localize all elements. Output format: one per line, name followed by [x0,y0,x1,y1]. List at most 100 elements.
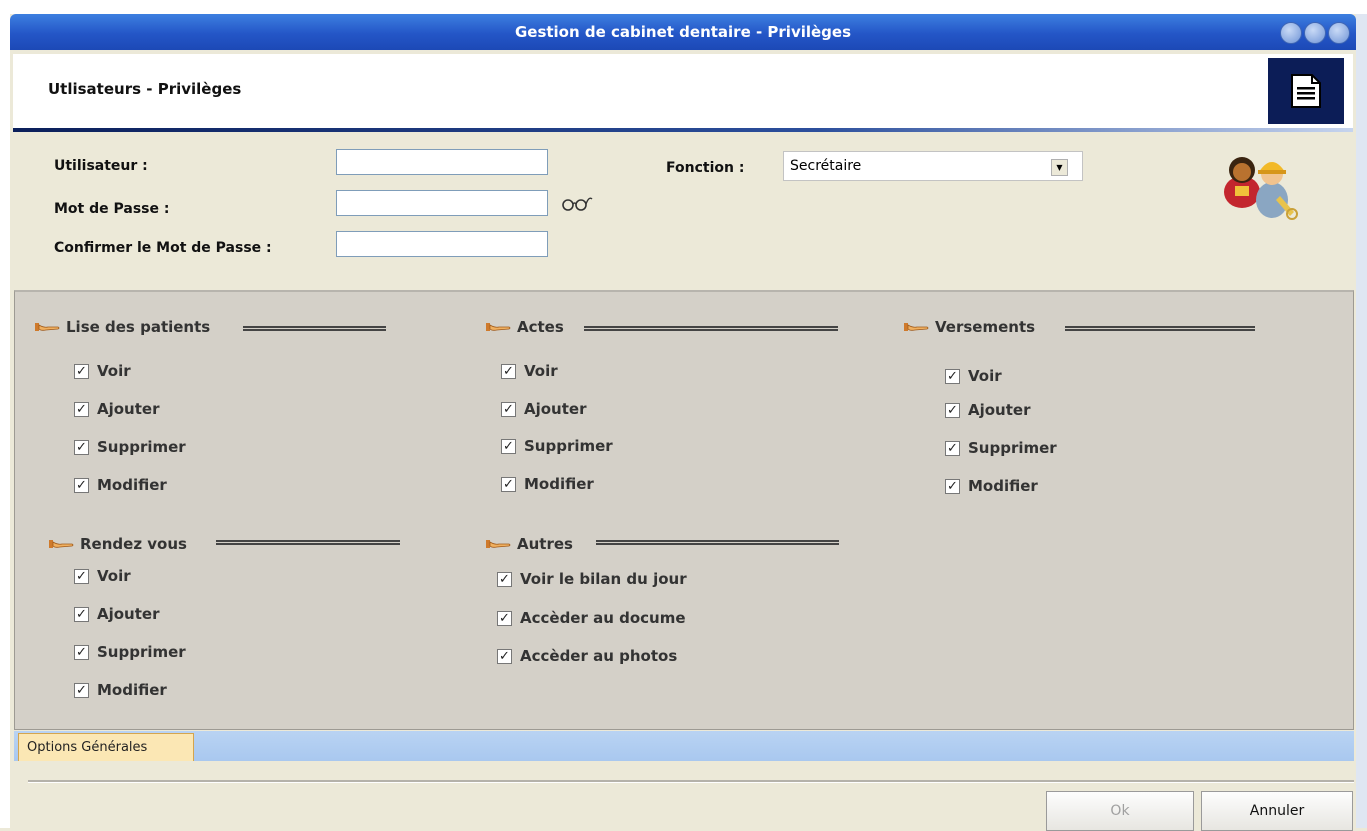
checkbox-rdv-modifier[interactable]: ✓ Modifier [74,681,167,699]
user-input[interactable] [336,149,548,175]
tab-options-generales[interactable]: Options Générales [18,733,194,761]
check-icon[interactable]: ✓ [497,571,512,587]
function-select-value: Secrétaire [790,158,862,174]
checkbox-label: Ajouter [524,400,587,418]
checkbox-versements-supprimer[interactable]: ✓ Supprimer [945,439,1057,457]
checkbox-versements-modifier[interactable]: ✓ Modifier [945,477,1038,495]
group-title-versements: Versements [903,318,1035,336]
group-title-autres-label: Autres [517,535,573,553]
check-icon[interactable]: ✓ [74,682,89,698]
cancel-button[interactable]: Annuler [1201,791,1353,831]
chevron-down-icon[interactable]: ▼ [1051,159,1068,176]
minimize-icon[interactable] [1280,22,1302,44]
page-title: Utlisateurs - Privilèges [48,80,242,98]
checkbox-autres-photos[interactable]: ✓ Accèder au photos [497,647,677,665]
group-title-rdv: Rendez vous [48,535,187,553]
checkbox-versements-ajouter[interactable]: ✓ Ajouter [945,401,1030,419]
check-icon[interactable]: ✓ [501,476,516,492]
maximize-icon[interactable] [1304,22,1326,44]
checkbox-label: Voir [97,362,131,380]
confirm-password-label: Confirmer le Mot de Passe : [54,240,272,256]
pointing-hand-icon [903,318,929,336]
checkbox-rdv-ajouter[interactable]: ✓ Ajouter [74,605,159,623]
group-title-patients-label: Lise des patients [66,318,211,336]
checkbox-label: Modifier [524,475,594,493]
checkbox-versements-voir[interactable]: ✓ Voir [945,367,1002,385]
header-divider [13,128,1353,132]
check-icon[interactable]: ✓ [501,438,516,454]
checkbox-label: Voir [968,367,1002,385]
checkbox-label: Supprimer [97,438,186,456]
check-icon[interactable]: ✓ [945,402,960,418]
document-icon [1291,74,1321,108]
password-label: Mot de Passe : [54,201,170,217]
checkbox-patients-ajouter[interactable]: ✓ Ajouter [74,400,159,418]
glasses-icon[interactable] [559,193,595,217]
function-select[interactable]: Secrétaire ▼ [783,151,1083,181]
checkbox-patients-modifier[interactable]: ✓ Modifier [74,476,167,494]
checkbox-label: Modifier [97,476,167,494]
checkbox-actes-ajouter[interactable]: ✓ Ajouter [501,400,586,418]
checkbox-rdv-voir[interactable]: ✓ Voir [74,567,131,585]
checkbox-autres-bilan[interactable]: ✓ Voir le bilan du jour [497,570,687,588]
group-title-patients: Lise des patients [34,318,210,336]
checkbox-label: Accèder au docume [520,609,686,627]
checkbox-patients-supprimer[interactable]: ✓ Supprimer [74,438,186,456]
check-icon[interactable]: ✓ [497,648,512,664]
checkbox-label: Accèder au photos [520,647,678,665]
document-button[interactable] [1268,58,1344,124]
checkbox-actes-supprimer[interactable]: ✓ Supprimer [501,437,613,455]
group-title-actes: Actes [485,318,564,336]
checkbox-patients-voir[interactable]: ✓ Voir [74,362,131,380]
check-icon[interactable]: ✓ [501,401,516,417]
check-icon[interactable]: ✓ [74,363,89,379]
screen-top-margin [0,0,1367,14]
pointing-hand-icon [34,318,60,336]
screen-left-margin [0,0,10,828]
group-rule [584,326,838,331]
tab-strip [14,731,1354,761]
checkbox-label: Modifier [968,477,1038,495]
pointing-hand-icon [48,535,74,553]
checkbox-label: Ajouter [97,400,160,418]
group-rule [243,326,386,331]
users-icon [1222,150,1312,228]
group-title-versements-label: Versements [935,318,1036,336]
checkbox-label: Voir [524,362,558,380]
checkbox-actes-modifier[interactable]: ✓ Modifier [501,475,594,493]
group-title-rdv-label: Rendez vous [80,535,187,553]
group-title-autres: Autres [485,535,573,553]
pointing-hand-icon [485,535,511,553]
check-icon[interactable]: ✓ [74,477,89,493]
group-title-actes-label: Actes [517,318,564,336]
checkbox-label: Voir le bilan du jour [520,570,687,588]
check-icon[interactable]: ✓ [74,606,89,622]
checkbox-label: Supprimer [968,439,1057,457]
group-rule [596,540,839,545]
close-icon[interactable] [1328,22,1350,44]
function-label: Fonction : [666,160,745,176]
check-icon[interactable]: ✓ [74,401,89,417]
checkbox-actes-voir[interactable]: ✓ Voir [501,362,558,380]
checkbox-label: Ajouter [968,401,1031,419]
checkbox-autres-documents[interactable]: ✓ Accèder au docume [497,609,686,627]
check-icon[interactable]: ✓ [74,644,89,660]
ok-button[interactable]: Ok [1046,791,1194,831]
check-icon[interactable]: ✓ [74,568,89,584]
check-icon[interactable]: ✓ [74,439,89,455]
password-input[interactable] [336,190,548,216]
screen-right-edge [1356,14,1367,828]
checkbox-label: Ajouter [97,605,160,623]
privileges-panel [14,290,1354,730]
check-icon[interactable]: ✓ [497,610,512,626]
footer-divider [28,780,1354,783]
check-icon[interactable]: ✓ [945,440,960,456]
check-icon[interactable]: ✓ [945,478,960,494]
checkbox-label: Supprimer [97,643,186,661]
confirm-password-input[interactable] [336,231,548,257]
check-icon[interactable]: ✓ [945,368,960,384]
pointing-hand-icon [485,318,511,336]
checkbox-rdv-supprimer[interactable]: ✓ Supprimer [74,643,186,661]
check-icon[interactable]: ✓ [501,363,516,379]
window-title-bar: Gestion de cabinet dentaire - Privilèges [10,14,1356,50]
